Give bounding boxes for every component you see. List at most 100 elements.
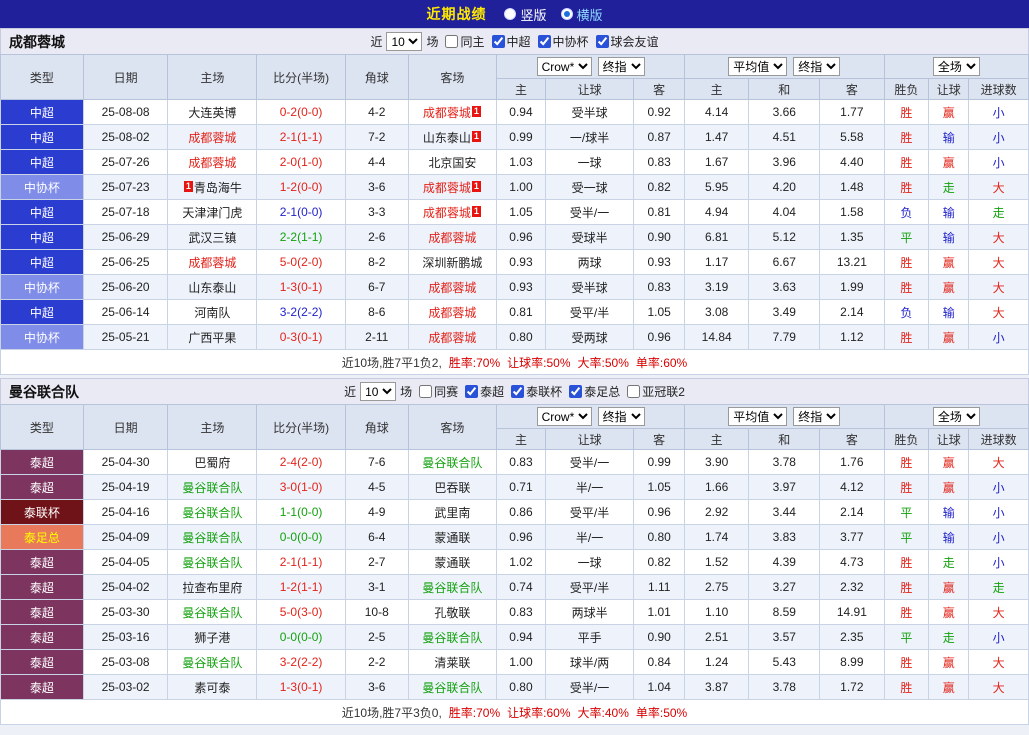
- asian-stage-select[interactable]: 终指: [598, 57, 645, 76]
- match-row: 泰超25-03-30曼谷联合队5-0(3-0)10-8孔敬联0.83两球半1.0…: [1, 600, 1029, 625]
- cell-score: 2-0(1-0): [257, 150, 346, 175]
- cell-corners: 2-6: [345, 225, 408, 250]
- euro-stage-select[interactable]: 终指: [793, 407, 840, 426]
- cell-score: 1-3(0-1): [257, 675, 346, 700]
- asian-stage-select[interactable]: 终指: [598, 407, 645, 426]
- cell-corners: 10-8: [345, 600, 408, 625]
- layout-option[interactable]: 竖版: [504, 5, 546, 24]
- cell-goals-result: 小: [969, 150, 1029, 175]
- col-type: 类型: [1, 405, 84, 450]
- asian-odds-controls: Crow* 终指: [497, 55, 685, 79]
- filter-label: 同主: [460, 33, 484, 50]
- cell-result: 胜: [884, 650, 928, 675]
- filter-option-同主[interactable]: 同主: [438, 33, 484, 50]
- cell-asian-away-odds: 1.11: [634, 575, 684, 600]
- summary-row: 近10场,胜7平1负2,胜率:70%让球率:50%大率:50%单率:60%: [1, 350, 1029, 375]
- cell-home-team: 曼谷联合队: [168, 500, 257, 525]
- filter-option-亚冠联2[interactable]: 亚冠联2: [620, 383, 685, 400]
- cell-goals-result: 大: [969, 675, 1029, 700]
- col-date: 日期: [83, 405, 168, 450]
- filter-checkbox[interactable]: [538, 35, 551, 48]
- match-row: 泰超25-04-05曼谷联合队2-1(1-1)2-7蒙通联1.02一球0.821…: [1, 550, 1029, 575]
- team-title: 曼谷联合队: [9, 382, 79, 402]
- team-name: 成都蓉城: [428, 281, 476, 295]
- cell-asian-home-odds: 0.94: [497, 625, 545, 650]
- euro-provider-select[interactable]: 平均值: [728, 57, 787, 76]
- cell-score: 1-2(1-1): [257, 575, 346, 600]
- filter-checkbox[interactable]: [511, 385, 524, 398]
- cell-result: 胜: [884, 675, 928, 700]
- asian-provider-select[interactable]: Crow*: [537, 57, 592, 76]
- cell-corners: 3-3: [345, 200, 408, 225]
- filter-option-中超[interactable]: 中超: [485, 33, 531, 50]
- cell-asian-home-odds: 0.93: [497, 250, 545, 275]
- cell-away-team: 深圳新鹏城: [408, 250, 497, 275]
- cell-asian-away-odds: 0.81: [634, 200, 684, 225]
- cell-asian-home-odds: 0.86: [497, 500, 545, 525]
- cell-euro-home-odds: 4.14: [684, 100, 749, 125]
- cell-summary: 近10场,胜7平1负2,胜率:70%让球率:50%大率:50%单率:60%: [1, 350, 1029, 375]
- cell-asian-away-odds: 0.82: [634, 550, 684, 575]
- filter-option-泰超[interactable]: 泰超: [458, 383, 504, 400]
- cell-euro-away-odds: 1.72: [820, 675, 885, 700]
- col-score: 比分(半场): [257, 405, 346, 450]
- cell-asian-away-odds: 0.83: [634, 150, 684, 175]
- col-away: 客场: [408, 55, 497, 100]
- cell-corners: 2-11: [345, 325, 408, 350]
- cell-asian-home-odds: 1.00: [497, 175, 545, 200]
- filter-option-泰足总[interactable]: 泰足总: [562, 383, 620, 400]
- layout-option[interactable]: 横版: [561, 5, 603, 24]
- col-asian-home: 主: [497, 429, 545, 450]
- asian-odds-controls: Crow* 终指: [497, 405, 685, 429]
- cell-score: 1-1(0-0): [257, 500, 346, 525]
- cell-league: 中超: [1, 300, 84, 325]
- cell-home-team: 天津津门虎: [168, 200, 257, 225]
- matches-body: 泰超25-04-30巴蜀府2-4(2-0)7-6曼谷联合队0.83受半/一0.9…: [1, 450, 1029, 725]
- filter-option-球会友谊[interactable]: 球会友谊: [589, 33, 659, 50]
- cell-handicap-result: 赢: [929, 150, 969, 175]
- filter-option-中协杯[interactable]: 中协杯: [531, 33, 589, 50]
- cell-result: 平: [884, 500, 928, 525]
- cell-asian-home-odds: 0.81: [497, 300, 545, 325]
- euro-provider-select[interactable]: 平均值: [728, 407, 787, 426]
- cell-home-team: 曼谷联合队: [168, 650, 257, 675]
- scope-select[interactable]: 全场: [933, 57, 980, 76]
- summary-record: 近10场,胜7平1负2,: [342, 356, 442, 370]
- filter-checkbox[interactable]: [627, 385, 640, 398]
- cell-away-team: 成都蓉城: [408, 325, 497, 350]
- filter-checkbox[interactable]: [465, 385, 478, 398]
- filter-checkbox[interactable]: [419, 385, 432, 398]
- cell-result: 胜: [884, 575, 928, 600]
- filter-option-同赛[interactable]: 同赛: [412, 383, 458, 400]
- cell-league: 中协杯: [1, 275, 84, 300]
- scope-select[interactable]: 全场: [933, 407, 980, 426]
- euro-stage-select[interactable]: 终指: [793, 57, 840, 76]
- cell-euro-draw-odds: 3.44: [749, 500, 820, 525]
- filter-near-label: 近: [344, 383, 356, 400]
- red-card-badge: 1: [472, 181, 481, 192]
- cell-handicap-result: 输: [929, 200, 969, 225]
- filter-checkbox[interactable]: [569, 385, 582, 398]
- filter-label: 亚冠联2: [642, 383, 685, 400]
- filter-checkbox[interactable]: [445, 35, 458, 48]
- cell-corners: 3-6: [345, 675, 408, 700]
- team-name: 成都蓉城: [423, 206, 471, 220]
- cell-date: 25-08-08: [83, 100, 168, 125]
- col-result: 胜负: [884, 79, 928, 100]
- cell-asian-home-odds: 0.94: [497, 100, 545, 125]
- cell-away-team: 清莱联: [408, 650, 497, 675]
- asian-provider-select[interactable]: Crow*: [537, 407, 592, 426]
- cell-euro-home-odds: 6.81: [684, 225, 749, 250]
- cell-handicap-result: 赢: [929, 675, 969, 700]
- cell-handicap-result: 走: [929, 625, 969, 650]
- recent-count-select[interactable]: 10: [386, 32, 422, 51]
- recent-count-select[interactable]: 10: [360, 382, 396, 401]
- cell-euro-away-odds: 5.58: [820, 125, 885, 150]
- filter-option-泰联杯[interactable]: 泰联杯: [504, 383, 562, 400]
- team-name: 成都蓉城: [428, 331, 476, 345]
- match-row: 泰超25-03-16狮子港0-0(0-0)2-5曼谷联合队0.94平手0.902…: [1, 625, 1029, 650]
- cell-date: 25-03-08: [83, 650, 168, 675]
- filter-checkbox[interactable]: [492, 35, 505, 48]
- red-card-badge: 1: [472, 131, 481, 142]
- filter-checkbox[interactable]: [596, 35, 609, 48]
